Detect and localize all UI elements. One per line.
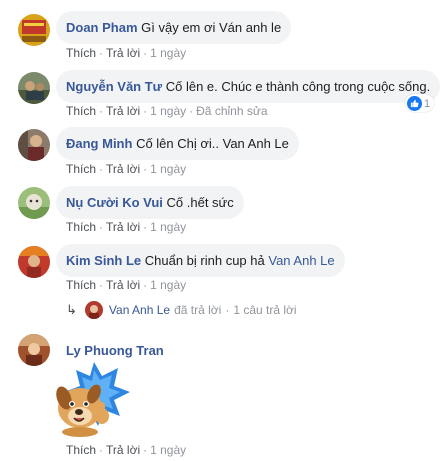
mention-link[interactable]: Van Anh Le [268,253,334,268]
comment-actions: Thích · Trả lời · 1 ngày [66,46,187,60]
like-link[interactable]: Thích [66,104,96,118]
reply-count[interactable]: 1 câu trả lời [233,303,296,317]
comment-author[interactable]: Nụ Cười Ko Vui [66,195,163,210]
avatar[interactable] [18,72,50,104]
like-link[interactable]: Thích [66,443,96,457]
comment-bubble: Đang Minh Cố lên Chị ơi.. Van Anh Le [56,127,299,160]
comment-bubble: Doan Pham Gì vậy em ơi Ván anh le [56,11,292,44]
comment-author[interactable]: Kim Sinh Le [66,253,141,268]
comment-author[interactable]: Đang Minh [66,136,132,151]
reaction-count: 1 [424,97,431,110]
like-link[interactable]: Thích [66,162,96,176]
reply-link[interactable]: Trả lời [106,162,140,176]
reaction-badge[interactable]: 1 [405,94,435,112]
thumbs-up-dog-sticker [50,358,132,440]
avatar[interactable] [18,187,50,219]
reply-status: đã trả lời [174,303,222,317]
like-link[interactable]: Thích [66,46,96,60]
timestamp[interactable]: 1 ngày [150,220,186,234]
reply-author[interactable]: Van Anh Le [109,303,170,317]
comment-author[interactable]: Doan Pham [66,20,138,35]
reply-link[interactable]: Trả lời [106,46,140,60]
comment-author[interactable]: Ly Phuong Tran [66,343,164,358]
comment-actions: Thích · Trả lời · 1 ngày [66,443,187,457]
comment-actions: Thích · Trả lời · 1 ngày [66,162,187,176]
like-link[interactable]: Thích [66,220,96,234]
reply-arrow-icon: ↳ [66,302,77,317]
comment-bubble: Kim Sinh Le Chuẩn bị rinh cup hả Van Anh… [56,244,345,277]
comment-text: Cố lên Chị ơi.. Van Anh Le [136,136,289,151]
reply-link[interactable]: Trả lời [106,278,140,292]
timestamp[interactable]: 1 ngày [150,278,186,292]
comment-bubble: Nụ Cười Ko Vui Cố .hết sức [56,186,244,219]
timestamp[interactable]: 1 ngày [150,104,186,118]
comment-text: Chuẩn bị rinh cup hả [144,253,265,268]
comment-actions: Thích · Trả lời · 1 ngày · Đã chỉnh sửa [66,104,268,118]
avatar[interactable] [18,129,50,161]
comment-actions: Thích · Trả lời · 1 ngày [66,278,187,292]
comment-author[interactable]: Nguyễn Văn Tư [66,79,162,94]
timestamp[interactable]: 1 ngày [150,162,186,176]
comment-actions: Thích · Trả lời · 1 ngày [66,220,187,234]
comment-text: Gì vậy em ơi Ván anh le [141,20,282,35]
avatar[interactable] [18,334,50,366]
timestamp[interactable]: 1 ngày [150,46,186,60]
comment-text: Cố .hết sức [166,195,234,210]
edited-label[interactable]: Đã chỉnh sửa [196,104,267,118]
avatar[interactable] [18,246,50,278]
reply-link[interactable]: Trả lời [106,220,140,234]
view-replies-link[interactable]: ↳ Van Anh Le đã trả lời · 1 câu trả lời [66,301,297,319]
avatar[interactable] [18,14,50,46]
reply-avatar [84,301,103,319]
comment-bubble: Nguyễn Văn Tư Cố lên e. Chúc e thành côn… [56,70,441,103]
like-link[interactable]: Thích [66,278,96,292]
reply-link[interactable]: Trả lời [106,104,140,118]
timestamp[interactable]: 1 ngày [150,443,186,457]
reply-link[interactable]: Trả lời [106,443,140,457]
comment-text: Cố lên e. Chúc e thành công trong cuộc s… [165,79,431,94]
like-reaction-icon [407,96,422,111]
